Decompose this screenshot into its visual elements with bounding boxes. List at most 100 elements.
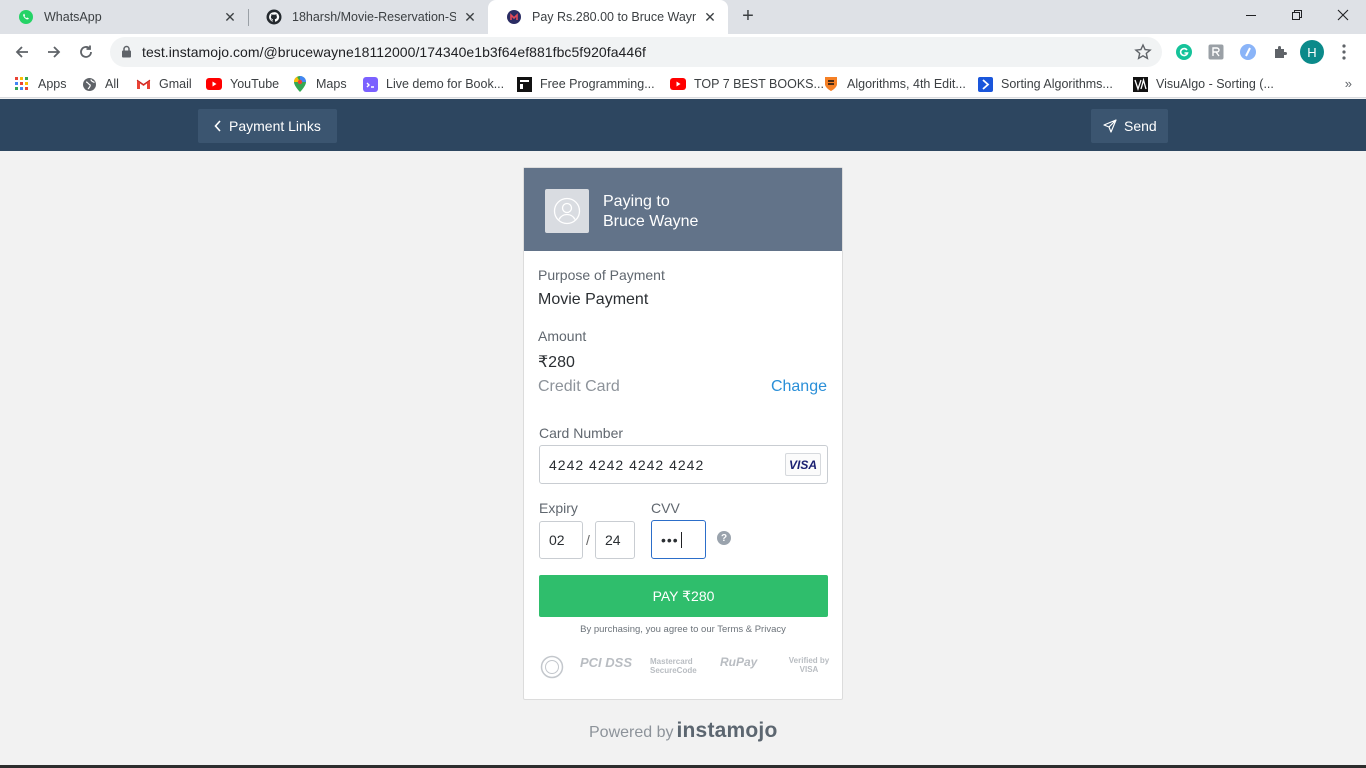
send-button[interactable]: Send <box>1091 109 1168 143</box>
change-method-link[interactable]: Change <box>771 378 827 396</box>
avatar <box>545 189 589 233</box>
help-icon[interactable]: ? <box>717 531 731 545</box>
minimize-button[interactable] <box>1228 0 1274 30</box>
badge-label: Verified by VISA <box>788 656 830 674</box>
card-header: Paying to Bruce Wayne <box>524 168 842 251</box>
new-tab-button[interactable]: + <box>737 5 759 27</box>
bookmark-label: Algorithms, 4th Edit... <box>847 77 966 91</box>
paying-to-label: Paying to <box>603 193 670 210</box>
bookmark-label: Gmail <box>159 77 192 91</box>
expiry-year-input[interactable]: 24 <box>595 521 635 559</box>
arrow-left-icon <box>15 46 28 58</box>
kebab-menu-icon[interactable] <box>1334 42 1354 62</box>
card-number-label: Card Number <box>539 425 624 441</box>
tab-title: Pay Rs.280.00 to Bruce Wayne (@ <box>532 10 696 24</box>
bookmark-youtube[interactable]: YouTube <box>206 75 279 93</box>
cvv-input[interactable]: ••• <box>651 520 706 559</box>
card-number-input[interactable]: 4242 4242 4242 4242 VISA <box>539 445 828 484</box>
terms-text[interactable]: By purchasing, you agree to our Terms & … <box>524 624 842 635</box>
minimize-icon <box>1246 15 1256 16</box>
ssl-seal-icon <box>540 655 564 681</box>
expiry-label: Expiry <box>539 500 578 516</box>
payment-links-label: Payment Links <box>229 118 321 134</box>
address-bar[interactable]: test.instamojo.com/@brucewayne18112000/1… <box>110 37 1162 67</box>
bookmark-label: VisuAlgo - Sorting (... <box>1156 77 1274 91</box>
cvv-value: ••• <box>661 531 679 548</box>
payment-card: Paying to Bruce Wayne Purpose of Payment… <box>523 167 843 700</box>
extension-blue-icon[interactable] <box>1238 42 1258 62</box>
app-header: Payment Links Send <box>0 99 1366 151</box>
bookmark-gmail[interactable]: Gmail <box>135 75 192 93</box>
chevron-left-icon <box>214 120 222 132</box>
cvv-label: CVV <box>651 500 680 516</box>
grammarly-icon[interactable] <box>1174 42 1194 62</box>
arrow-right-icon <box>48 46 61 58</box>
card-number-value: 4242 4242 4242 4242 <box>549 456 705 473</box>
visualgo-icon <box>1132 76 1148 92</box>
chevron-double-right-icon[interactable]: » <box>1345 76 1352 91</box>
tab-title: 18harsh/Movie-Reservation-System <box>292 10 456 24</box>
mastercard-securecode-badge: Mastercard SecureCode <box>650 657 706 675</box>
expiry-month-input[interactable]: 02 <box>539 521 583 559</box>
globe-icon <box>81 76 97 92</box>
amount-label: Amount <box>538 328 587 344</box>
reload-button[interactable] <box>72 38 100 66</box>
paper-plane-icon <box>1103 119 1117 133</box>
profile-avatar[interactable]: H <box>1300 40 1324 64</box>
restore-button[interactable] <box>1274 0 1320 30</box>
close-icon[interactable]: ✕ <box>222 9 238 25</box>
bookmark-top-books[interactable]: TOP 7 BEST BOOKS... <box>670 75 824 93</box>
bookmark-apps[interactable]: Apps <box>14 75 67 93</box>
expiry-month-value: 02 <box>549 532 565 548</box>
bookmark-free-programming[interactable]: Free Programming... <box>516 75 655 93</box>
close-icon[interactable]: ✕ <box>702 9 718 25</box>
instamojo-logo[interactable]: instamojo <box>677 719 778 743</box>
github-icon <box>266 9 282 25</box>
bookmark-label: Live demo for Book... <box>386 77 505 91</box>
powered-by: Powered by instamojo <box>589 719 777 743</box>
pci-dss-badge: PCI DSS <box>580 655 633 670</box>
payment-links-button[interactable]: Payment Links <box>198 109 337 143</box>
bookmark-all[interactable]: All <box>81 75 119 93</box>
tab-title: WhatsApp <box>44 10 102 24</box>
bookmark-algorithms[interactable]: Algorithms, 4th Edit... <box>823 75 966 93</box>
pay-button[interactable]: PAY ₹280 <box>539 575 828 617</box>
code-icon <box>516 76 532 92</box>
restore-icon <box>1292 10 1302 20</box>
text-cursor <box>680 531 682 548</box>
payee-name: Bruce Wayne <box>603 213 699 230</box>
lock-icon <box>121 45 132 61</box>
close-icon[interactable]: ✕ <box>462 9 478 25</box>
tab-payment[interactable]: Pay Rs.280.00 to Bruce Wayne (@ ✕ <box>488 0 728 34</box>
bookmark-label: Apps <box>38 77 67 91</box>
visa-logo-icon: VISA <box>785 453 821 476</box>
whatsapp-icon <box>18 9 34 25</box>
bookmark-live-demo[interactable]: Live demo for Book... <box>362 75 504 93</box>
forward-button[interactable] <box>40 38 68 66</box>
tab-whatsapp[interactable]: WhatsApp ✕ <box>0 0 248 34</box>
amount-value: ₹280 <box>538 354 575 371</box>
bookmark-maps[interactable]: Maps <box>292 75 347 93</box>
bookmark-visualgo[interactable]: VisuAlgo - Sorting (... <box>1132 75 1274 93</box>
extension-gray-icon[interactable] <box>1206 42 1226 62</box>
bookmark-sorting[interactable]: Sorting Algorithms... <box>977 75 1113 93</box>
user-circle-icon <box>553 197 581 225</box>
bookmark-star-icon[interactable] <box>1134 43 1152 64</box>
security-badges: PCI DSS Mastercard SecureCode RuPay Veri… <box>538 655 830 679</box>
powered-by-label: Powered by <box>589 724 674 741</box>
badge-label: PCI DSS <box>580 655 633 670</box>
purpose-label: Purpose of Payment <box>538 267 665 283</box>
paying-to-block: Paying to Bruce Wayne <box>603 192 698 232</box>
maps-pin-icon <box>292 76 308 92</box>
expiry-year-value: 24 <box>605 532 621 548</box>
url-text: test.instamojo.com/@brucewayne18112000/1… <box>142 44 646 60</box>
purpose-value: Movie Payment <box>538 291 649 308</box>
payment-method: Credit Card <box>538 378 620 395</box>
princeton-shield-icon <box>823 76 839 92</box>
instamojo-icon <box>506 9 522 25</box>
back-button[interactable] <box>8 38 36 66</box>
tab-github[interactable]: 18harsh/Movie-Reservation-System ✕ <box>248 0 488 34</box>
youtube-icon <box>670 76 686 92</box>
close-window-button[interactable] <box>1320 0 1366 30</box>
puzzle-icon[interactable] <box>1270 42 1290 62</box>
